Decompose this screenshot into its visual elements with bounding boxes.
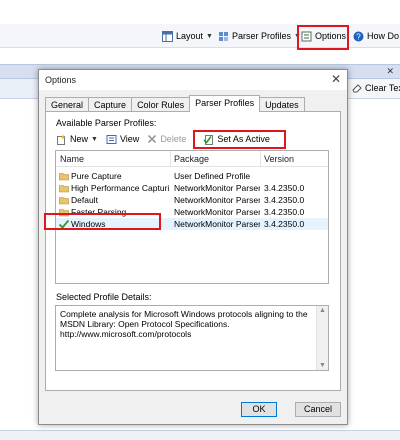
layout-icon xyxy=(162,30,173,42)
tab-general[interactable]: General xyxy=(45,97,90,112)
windows-highlight-box xyxy=(44,213,161,230)
profile-name: Default xyxy=(71,195,98,205)
view-icon xyxy=(106,134,117,144)
profile-package: NetworkMonitor Parsers xyxy=(174,219,260,229)
profile-name: High Performance Capturing xyxy=(71,183,169,193)
parser-profiles-label: Parser Profiles xyxy=(232,31,292,41)
set-as-active-highlight-box xyxy=(193,130,286,149)
tab-parser-profiles[interactable]: Parser Profiles xyxy=(189,95,261,112)
new-label: New xyxy=(70,134,89,144)
layout-label: Layout xyxy=(176,31,204,41)
details-scrollbar[interactable]: ▲ ▼ xyxy=(316,306,328,370)
chevron-down-icon: ▼ xyxy=(91,135,98,143)
profile-version: 3.4.2350.0 xyxy=(264,219,305,229)
tab-strip: General Capture Color Rules Parser Profi… xyxy=(45,95,305,112)
column-header-name[interactable]: Name xyxy=(60,154,84,164)
delete-icon xyxy=(148,134,157,144)
eraser-icon xyxy=(352,84,362,93)
available-profiles-label: Available Parser Profiles: xyxy=(56,118,157,128)
new-button[interactable]: New ▼ xyxy=(56,134,98,145)
profiles-list-header: Name Package Version xyxy=(56,151,328,167)
delete-label: Delete xyxy=(160,134,187,144)
delete-button[interactable]: Delete xyxy=(147,134,186,144)
close-icon[interactable]: ✕ xyxy=(331,72,341,86)
details-label: Selected Profile Details: xyxy=(56,292,152,302)
profile-version: 3.4.2350.0 xyxy=(264,195,305,205)
column-divider xyxy=(260,151,261,167)
profile-details-text: Complete analysis for Microsoft Windows … xyxy=(60,309,308,339)
profile-package: User Defined Profile xyxy=(174,171,251,181)
ok-button[interactable]: OK xyxy=(241,402,277,417)
options-dialog: Options ✕ General Capture Color Rules Pa… xyxy=(38,69,348,425)
tab-color-rules[interactable]: Color Rules xyxy=(131,97,191,112)
view-button[interactable]: View xyxy=(106,134,139,145)
scroll-down-icon[interactable]: ▼ xyxy=(319,362,326,369)
profile-name: Pure Capture xyxy=(71,171,122,181)
app-left-pane xyxy=(0,79,40,99)
profile-folder-icon xyxy=(59,197,69,205)
table-row[interactable]: Pure Capture User Defined Profile xyxy=(56,170,328,182)
dialog-title: Options xyxy=(45,75,77,85)
table-row[interactable]: High Performance Capturing NetworkMonito… xyxy=(56,182,328,194)
clear-text-label: Clear Tex xyxy=(365,83,400,93)
scroll-up-icon[interactable]: ▲ xyxy=(319,307,326,314)
close-icon[interactable]: ✕ xyxy=(386,66,394,77)
view-label: View xyxy=(119,134,140,144)
dialog-titlebar: Options ✕ xyxy=(39,70,347,90)
parser-profiles-menu[interactable]: Parser Profiles ▼ xyxy=(218,29,301,43)
app-status-strip xyxy=(0,430,400,440)
tab-updates[interactable]: Updates xyxy=(259,97,305,112)
profile-package: NetworkMonitor Parsers xyxy=(174,183,260,193)
how-do-button[interactable]: ? How Do xyxy=(353,29,399,43)
column-divider xyxy=(170,151,171,167)
column-header-package[interactable]: Package xyxy=(174,154,209,164)
profile-package: NetworkMonitor Parsers xyxy=(174,195,260,205)
profile-folder-icon xyxy=(59,185,69,193)
table-row[interactable]: Default NetworkMonitor Parsers 3.4.2350.… xyxy=(56,194,328,206)
profile-version: 3.4.2350.0 xyxy=(264,183,305,193)
profile-version: 3.4.2350.0 xyxy=(264,207,305,217)
profile-package: NetworkMonitor Parsers xyxy=(174,207,260,217)
profile-folder-icon xyxy=(59,173,69,181)
svg-text:?: ? xyxy=(356,32,361,41)
cancel-button[interactable]: Cancel xyxy=(295,402,341,417)
how-do-label: How Do xyxy=(367,31,400,41)
chevron-down-icon: ▼ xyxy=(206,32,213,40)
help-icon: ? xyxy=(353,31,364,41)
profile-details-box[interactable]: Complete analysis for Microsoft Windows … xyxy=(55,305,329,371)
layout-menu[interactable]: Layout ▼ xyxy=(162,29,213,43)
tab-capture[interactable]: Capture xyxy=(88,97,133,112)
options-highlight-box xyxy=(297,25,349,50)
column-header-version[interactable]: Version xyxy=(264,154,294,164)
new-icon xyxy=(57,134,66,145)
clear-text-button[interactable]: Clear Tex xyxy=(352,83,400,93)
parser-profiles-icon xyxy=(219,31,228,41)
